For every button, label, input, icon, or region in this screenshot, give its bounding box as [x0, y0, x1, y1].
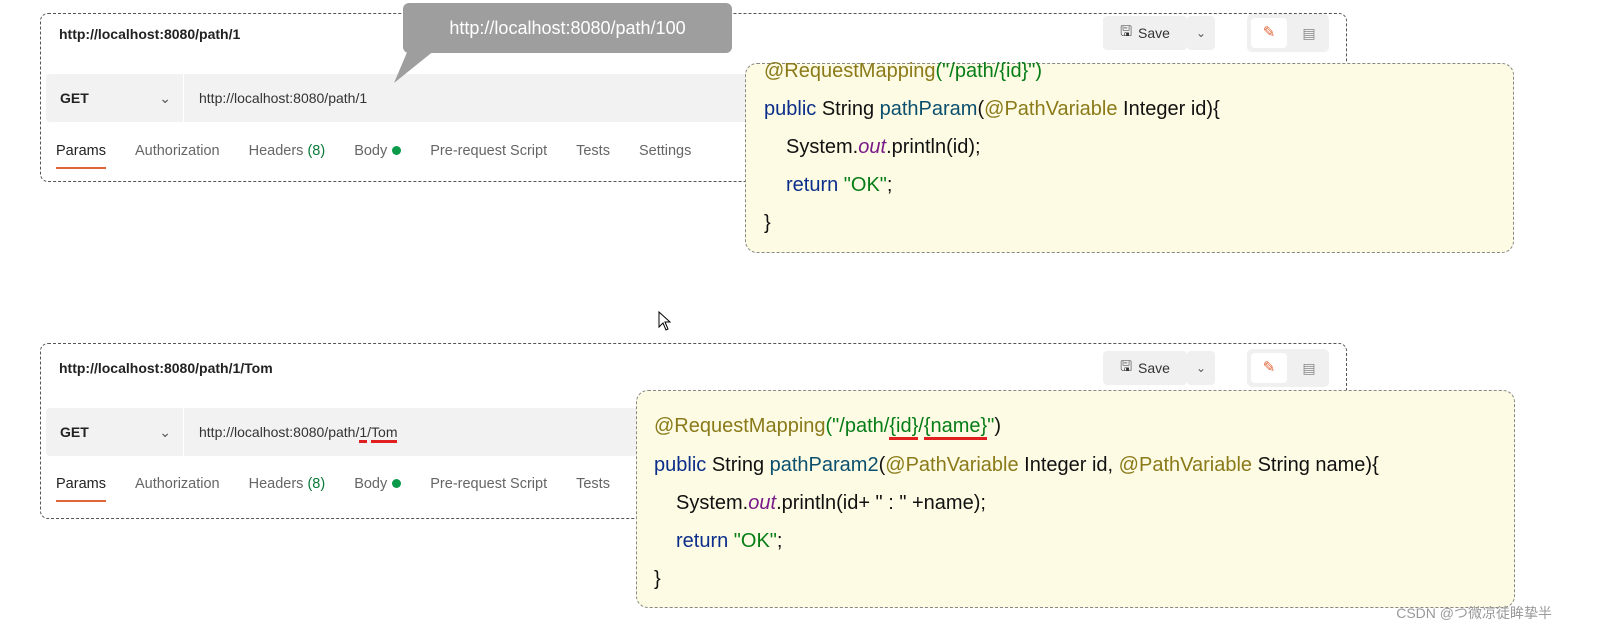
- tooltip-pointer: [394, 50, 435, 83]
- tab-headers[interactable]: Headers (8): [249, 143, 326, 159]
- tab-label: Headers: [248, 143, 304, 159]
- tab-body[interactable]: Body: [354, 476, 402, 492]
- request-tabs: Params Authorization Headers (8) Body Pr…: [56, 476, 639, 502]
- comment-icon[interactable]: ▤: [1293, 353, 1325, 383]
- save-button[interactable]: 🖫 Save: [1103, 351, 1187, 385]
- chevron-down-icon: ⌄: [1195, 361, 1207, 375]
- save-icon: 🖫: [1120, 23, 1132, 39]
- method-select[interactable]: GET ⌄: [46, 408, 184, 456]
- body-dot-icon: [392, 146, 402, 155]
- code-line: @RequestMapping("/path/{id}/{name}"): [654, 414, 1001, 440]
- request-tabs: Params Authorization Headers (8) Body Pr…: [56, 143, 720, 169]
- method-label: GET: [60, 90, 89, 106]
- save-button[interactable]: 🖫 Save: [1103, 16, 1187, 50]
- chevron-down-icon: ⌄: [159, 90, 171, 106]
- tab-params[interactable]: Params: [56, 476, 106, 502]
- code-line: public String pathParam(@PathVariable In…: [764, 98, 1220, 120]
- code-line: }: [764, 212, 771, 234]
- url-input[interactable]: http://localhost:8080/path/1: [199, 74, 367, 122]
- tab-params[interactable]: Params: [56, 143, 106, 169]
- method-label: GET: [60, 424, 89, 440]
- code-line: @RequestMapping("/path/{id}"): [764, 60, 1042, 82]
- url-id-segment: 1: [359, 424, 368, 443]
- url-input[interactable]: http://localhost:8080/path/1/Tom: [199, 408, 398, 456]
- code-line: System.out.println(id+ " : " +name);: [676, 492, 986, 514]
- save-icon: 🖫: [1120, 358, 1132, 374]
- code-line: }: [654, 568, 661, 590]
- save-label: Save: [1138, 360, 1170, 376]
- tab-authorization[interactable]: Authorization: [135, 143, 220, 159]
- save-dropdown[interactable]: ⌄: [1187, 351, 1215, 385]
- view-toggle: ✎ ▤: [1247, 14, 1329, 52]
- view-toggle: ✎ ▤: [1247, 349, 1329, 387]
- code-note-2: @RequestMapping("/path/{id}/{name}") pub…: [636, 390, 1515, 608]
- headers-count: (8): [307, 143, 326, 159]
- watermark: CSDN @つ微凉徒眸挚半: [1396, 605, 1552, 621]
- tab-pre-request-script[interactable]: Pre-request Script: [430, 476, 547, 492]
- url-name-segment: Tom: [371, 424, 398, 443]
- save-label: Save: [1138, 25, 1170, 41]
- code-line: return "OK";: [786, 174, 893, 196]
- comment-icon[interactable]: ▤: [1293, 18, 1325, 48]
- body-dot-icon: [392, 479, 402, 488]
- tab-label: Headers: [248, 476, 304, 492]
- request-title: http://localhost:8080/path/1/Tom: [59, 360, 273, 376]
- tab-tests[interactable]: Tests: [576, 143, 610, 159]
- edit-icon[interactable]: ✎: [1251, 18, 1287, 48]
- code-line: public String pathParam2(@PathVariable I…: [654, 454, 1379, 476]
- tab-pre-request-script[interactable]: Pre-request Script: [430, 143, 547, 159]
- tab-settings[interactable]: Settings: [639, 143, 691, 159]
- code-note-1: @RequestMapping("/path/{id}") public Str…: [745, 60, 1514, 253]
- edit-icon[interactable]: ✎: [1251, 353, 1287, 383]
- url-tooltip: http://localhost:8080/path/100: [403, 3, 732, 53]
- save-dropdown[interactable]: ⌄: [1187, 16, 1215, 50]
- code-line: System.out.println(id);: [786, 136, 981, 158]
- headers-count: (8): [307, 476, 326, 492]
- chevron-down-icon: ⌄: [159, 424, 171, 440]
- tab-label: Body: [354, 476, 388, 492]
- tab-headers[interactable]: Headers (8): [249, 476, 326, 492]
- tab-body[interactable]: Body: [354, 143, 402, 159]
- tab-label: Body: [354, 143, 388, 159]
- tab-tests[interactable]: Tests: [576, 476, 610, 492]
- request-title: http://localhost:8080/path/1: [59, 26, 241, 42]
- method-select[interactable]: GET ⌄: [46, 74, 184, 122]
- code-line: return "OK";: [676, 530, 783, 552]
- tab-authorization[interactable]: Authorization: [135, 476, 220, 492]
- mouse-cursor-icon: [658, 311, 672, 331]
- chevron-down-icon: ⌄: [1195, 26, 1207, 40]
